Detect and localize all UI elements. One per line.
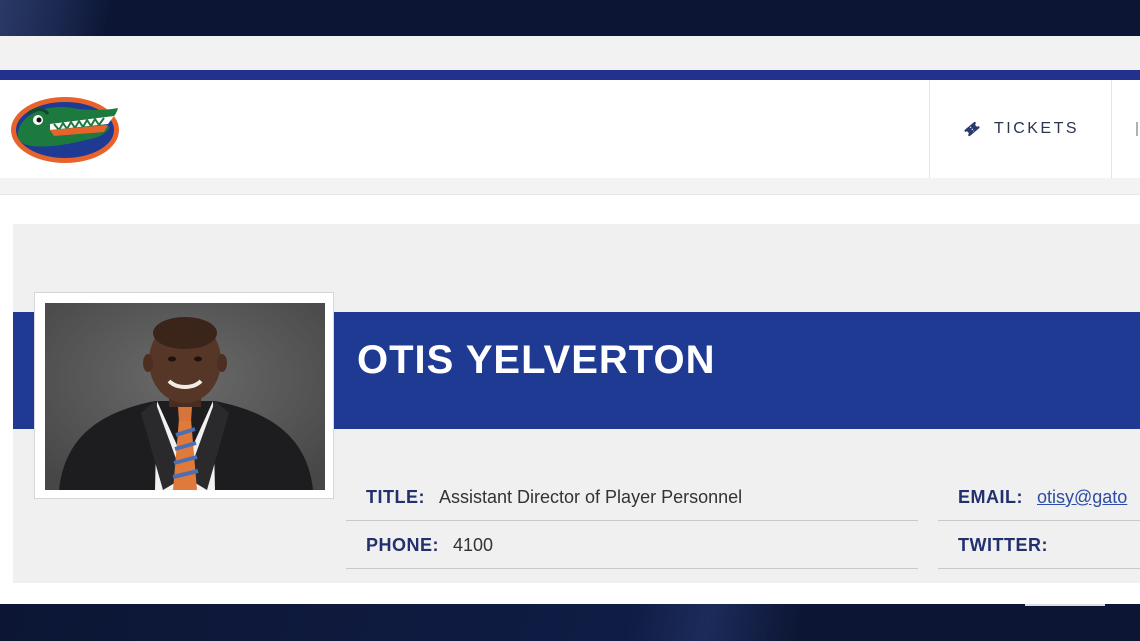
email-row: EMAIL: otisy@gato [938, 475, 1140, 521]
tickets-label: TICKETS [993, 120, 1080, 137]
staff-name: OTIS YELVERTON [357, 338, 716, 382]
nav-item-cutoff[interactable] [1134, 120, 1140, 138]
tickets-button[interactable]: TICKETS [929, 80, 1112, 178]
title-label: TITLE: [366, 487, 425, 507]
website-viewport: TICKETS OTIS YELVERTON TITLE: Assistant … [0, 36, 1140, 604]
phone-label: PHONE: [366, 535, 440, 555]
staff-photo [45, 303, 325, 490]
email-link[interactable]: otisy@gato [1037, 487, 1127, 508]
broadcast-frame-top [0, 0, 1140, 36]
gator-head-icon [11, 97, 119, 163]
broadcast-frame-bottom [0, 604, 1140, 641]
phone-value: 4100 [453, 535, 494, 555]
twitter-label: TWITTER: [958, 535, 1048, 555]
brand-accent-bar [0, 70, 1140, 80]
frame-accent-line [1025, 604, 1105, 606]
phone-row: PHONE: 4100 [346, 523, 918, 569]
staff-profile-card: OTIS YELVERTON TITLE: Assistant Director… [13, 224, 1140, 583]
ticket-icon [962, 119, 982, 139]
twitter-row: TWITTER: [938, 523, 1140, 569]
title-value: Assistant Director of Player Personnel [439, 487, 743, 507]
staff-photo-frame [34, 292, 334, 499]
gators-logo[interactable] [10, 94, 122, 166]
email-label: EMAIL: [958, 487, 1023, 507]
top-utility-strip [0, 36, 1140, 70]
site-header: TICKETS [0, 80, 1140, 179]
title-row: TITLE: Assistant Director of Player Pers… [346, 475, 918, 521]
header-subbar [0, 178, 1140, 195]
